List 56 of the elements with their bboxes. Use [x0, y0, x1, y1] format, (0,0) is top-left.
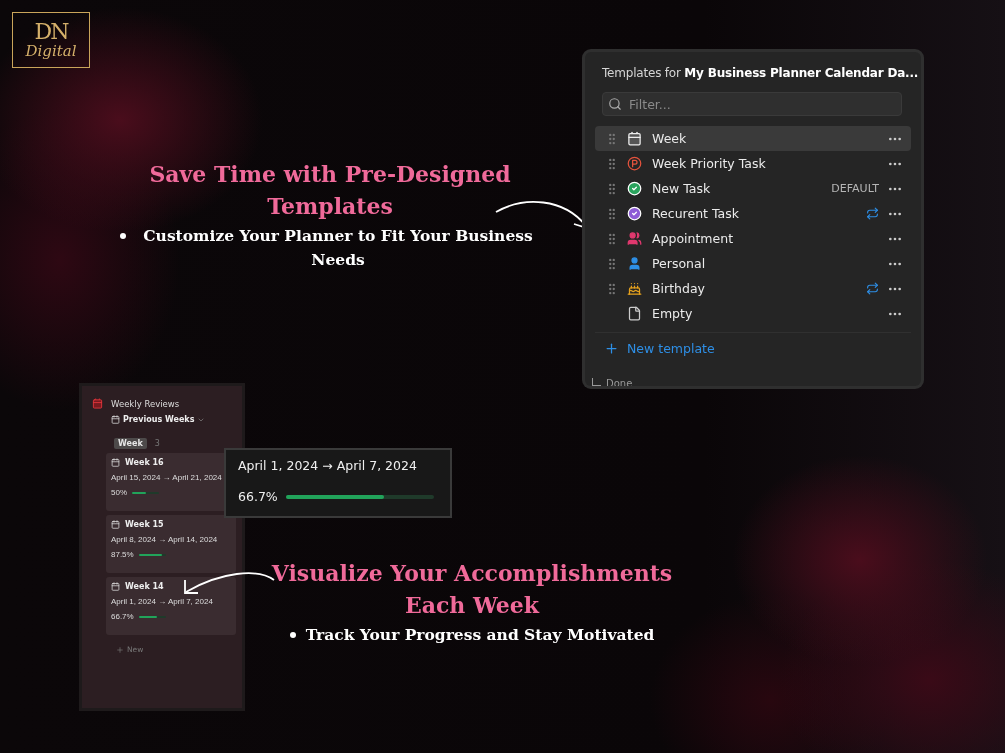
- date-range: April 1, 2024 → April 7, 2024: [238, 458, 418, 473]
- template-item[interactable]: Recurent Task: [595, 201, 911, 226]
- progress-percent: 50%: [111, 488, 127, 497]
- repeat-icon: [866, 207, 879, 220]
- template-item[interactable]: New Task DEFAULT: [595, 176, 911, 201]
- feature-heading: Save Time with Pre-Designed Templates: [148, 160, 512, 221]
- template-item[interactable]: Appointment: [595, 226, 911, 251]
- logo-monogram: DN: [34, 20, 68, 43]
- template-item[interactable]: Week: [595, 126, 911, 151]
- calendar-icon: [627, 131, 642, 146]
- repeat-icon: [866, 282, 879, 295]
- calendar-icon: [92, 398, 103, 409]
- checkbox-edge-icon: [592, 378, 601, 386]
- search-icon: [608, 97, 622, 111]
- check-circle-icon: [627, 206, 642, 221]
- week-card[interactable]: Week 15 April 8, 2024 → April 14, 2024 87.5%: [106, 515, 236, 573]
- cake-icon: [627, 281, 642, 296]
- group-count: 3: [154, 439, 160, 448]
- template-item[interactable]: Birthday: [595, 276, 911, 301]
- view-tab[interactable]: Previous Weeks: [111, 415, 206, 424]
- filter-field[interactable]: Filter...: [602, 92, 902, 116]
- feature-bullet: Track Your Progress and Stay Motivated: [305, 624, 655, 646]
- template-item[interactable]: Week Priority Task: [595, 151, 911, 176]
- date-range: April 15, 2024 → April 21, 2024: [111, 473, 223, 482]
- person-icon: [627, 256, 642, 271]
- card-title: Week 16: [125, 458, 164, 467]
- calendar-icon: [111, 520, 120, 529]
- date-range: April 1, 2024 → April 7, 2024: [111, 597, 214, 606]
- people-icon: [627, 231, 642, 246]
- page-icon: [627, 306, 642, 321]
- p-circle-icon: [627, 156, 642, 171]
- date-range: April 8, 2024 → April 14, 2024: [111, 535, 219, 544]
- calendar-icon: [111, 458, 120, 467]
- plus-icon: [116, 645, 124, 654]
- logo-wordmark: Digital: [25, 42, 77, 60]
- feature-bullet: Customize Your Planner to Fit Your Business Needs: [142, 225, 534, 271]
- card-title: Week 14: [125, 582, 164, 591]
- check-circle-icon: [627, 181, 642, 196]
- calendar-icon: [111, 582, 120, 591]
- week-card[interactable]: Week 14 April 1, 2024 → April 7, 2024 66.7%: [106, 577, 236, 635]
- template-item[interactable]: Personal: [595, 251, 911, 276]
- new-template-button[interactable]: New template: [585, 341, 734, 356]
- default-label: DEFAULT: [831, 182, 879, 195]
- card-title: Week 15: [125, 520, 164, 529]
- plus-icon: [604, 341, 619, 356]
- panel-title: Templates for My Business Planner Calendar Da...: [602, 66, 919, 80]
- page-title: Weekly Reviews: [111, 398, 180, 409]
- group-tag: Week: [114, 438, 147, 449]
- bullet-dot-icon: [289, 632, 296, 638]
- progress-percent: 66.7%: [238, 489, 278, 504]
- progress-percent: 66.7%: [111, 612, 134, 621]
- feature-heading: Visualize Your Accomplishments Each Week: [270, 559, 674, 620]
- bullet-dot-icon: [120, 233, 126, 239]
- progress-percent: 87.5%: [111, 550, 134, 559]
- calendar-icon: [111, 415, 120, 424]
- template-item[interactable]: Empty: [595, 301, 911, 326]
